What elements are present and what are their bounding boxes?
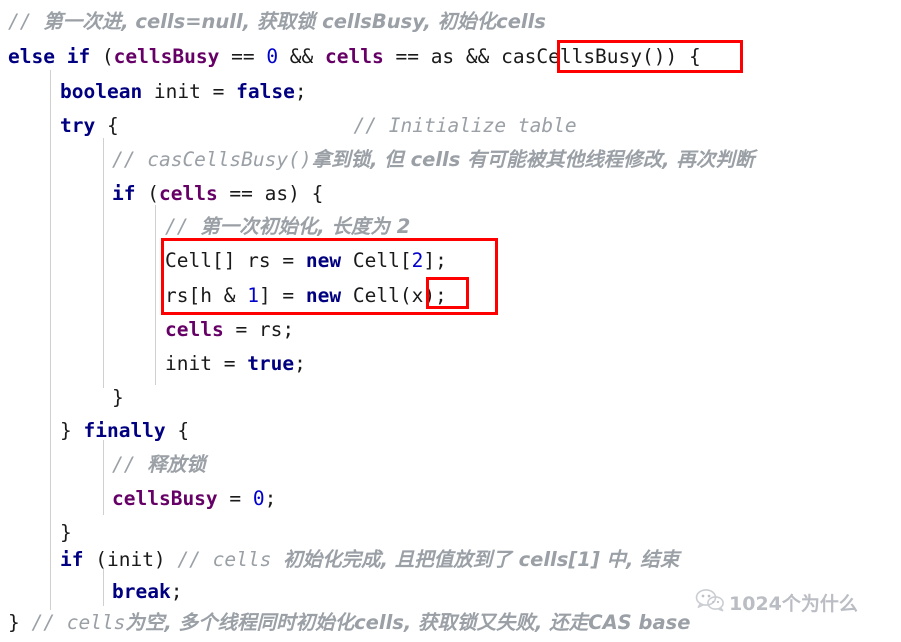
code-token: 拿到锁, 但 cells 有可能被其他线程修改, 再次判断 xyxy=(311,148,755,171)
line-assign-cell-slot: rs[h & 1] = new Cell(x); xyxy=(0,280,901,311)
code-token: ] = xyxy=(258,284,306,307)
code-screenshot-surface: ; // 第一次进, cells=null, 获取锁 cellsBusy, 初始… xyxy=(0,0,901,642)
code-token: // cells xyxy=(31,611,126,634)
line-cellsbusy-zero: cellsBusy = 0; xyxy=(0,483,901,514)
code-token: Cell[] rs = xyxy=(165,249,306,272)
code-token: true xyxy=(247,352,295,375)
code-token: false xyxy=(236,80,295,103)
code-token: == xyxy=(219,45,267,68)
line-comment-release-lock: // 释放锁 xyxy=(0,449,901,480)
code-token: cellsBusy xyxy=(112,487,218,510)
line-try: try { // Initialize table xyxy=(0,110,901,141)
code-token: = xyxy=(217,487,253,510)
code-token: // xyxy=(8,10,44,33)
code-token: 0 xyxy=(266,45,279,68)
code-token: Cell(x); xyxy=(341,284,447,307)
code-token: { xyxy=(95,114,119,137)
code-token: 为空, 多个线程同时初始化cells, 获取锁又失败, 还走CAS base xyxy=(125,611,691,634)
code-token: ; xyxy=(294,352,306,375)
code-token: // xyxy=(165,215,201,238)
line-init-true: init = true; xyxy=(0,348,901,379)
code-token: == as && xyxy=(383,45,502,68)
code-token: casCellsBusy() xyxy=(501,45,666,68)
code-token: == as) { xyxy=(217,182,324,205)
code-token: else if xyxy=(8,45,102,68)
line-comment-first-init-len2: // 第一次初始化, 长度为 2 xyxy=(0,211,901,242)
code-token: ; xyxy=(294,80,307,103)
code-token: ]; xyxy=(423,249,447,272)
code-token: = rs; xyxy=(223,318,295,341)
clipped-top-glyph: ; xyxy=(0,0,901,4)
code-token: 释放锁 xyxy=(147,453,206,476)
code-token: 0 xyxy=(252,487,265,510)
code-token: cells xyxy=(158,182,218,205)
code-token: 1 xyxy=(247,284,259,307)
line-close-if: } xyxy=(0,382,901,413)
code-token: break xyxy=(112,580,171,603)
code-token: if xyxy=(60,548,96,571)
code-token: cells xyxy=(165,318,224,341)
line-if-init: if (init) // cells 初始化完成, 且把值放到了 cells[1… xyxy=(0,544,901,575)
code-token: init = xyxy=(165,352,248,375)
code-token: 初始化完成, 且把值放到了 cells[1] 中, 结束 xyxy=(283,548,680,571)
code-token: } xyxy=(112,386,124,409)
code-token: && xyxy=(278,45,326,68)
code-token: boolean xyxy=(60,80,154,103)
line-if-cells-as: if (cells == as) { xyxy=(0,178,901,209)
code-token: // Initialize table xyxy=(353,114,577,137)
code-token: } xyxy=(60,521,72,544)
line-cells-equals-rs: cells = rs; xyxy=(0,314,901,345)
code-token: 第一次初始化, 长度为 2 xyxy=(200,215,411,238)
code-token: try xyxy=(60,114,96,137)
line-finally: } finally { xyxy=(0,415,901,446)
code-token: new xyxy=(305,249,342,272)
code-token: cells xyxy=(325,45,384,68)
code-token: finally xyxy=(83,419,166,442)
code-token: 第一次进, cells=null, 获取锁 cellsBusy, 初始化cell… xyxy=(43,10,546,33)
code-token: // xyxy=(112,453,148,476)
code-token: (init) xyxy=(95,548,178,571)
line-else-if: else if (cellsBusy == 0 && cells == as &… xyxy=(0,41,901,72)
code-token: // cells xyxy=(177,548,284,571)
code-token: 2 xyxy=(411,249,424,272)
code-token: } xyxy=(8,611,32,634)
code-token: new xyxy=(305,284,342,307)
wechat-icon xyxy=(695,588,725,617)
line-comment-cas-lock: // casCellsBusy()拿到锁, 但 cells 有可能被其他线程修改… xyxy=(0,144,901,175)
code-token: ; xyxy=(264,487,277,510)
code-token: init = xyxy=(153,80,237,103)
code-token: Cell[ xyxy=(341,249,412,272)
watermark-text: 1024个为什么 xyxy=(729,593,858,615)
line-comment-first-entry: // 第一次进, cells=null, 获取锁 cellsBusy, 初始化c… xyxy=(0,6,901,37)
code-token: ( xyxy=(101,45,114,68)
watermark: 1024个为什么 xyxy=(695,588,858,617)
code-token: cellsBusy xyxy=(113,45,220,68)
code-token: // casCellsBusy() xyxy=(112,148,312,171)
code-token: { xyxy=(165,419,190,442)
code-token: ; xyxy=(170,580,183,603)
code-token: if xyxy=(112,182,148,205)
code-token: rs[h & xyxy=(165,284,248,307)
code-token: ) { xyxy=(665,45,701,68)
line-boolean-init: boolean init = false; xyxy=(0,76,901,107)
line-new-cell-array: Cell[] rs = new Cell[2]; xyxy=(0,245,901,276)
code-token: } xyxy=(60,419,84,442)
code-token: ( xyxy=(147,182,159,205)
